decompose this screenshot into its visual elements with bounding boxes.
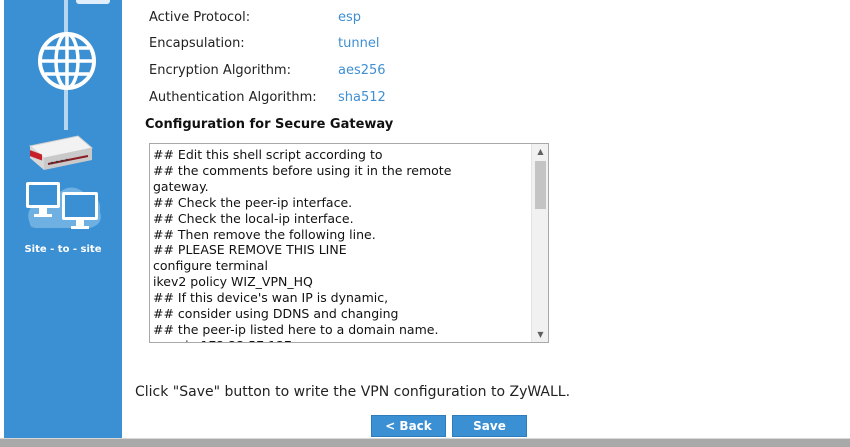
script-line: ## Check the local-ip interface.: [153, 210, 354, 226]
encapsulation-row: Encapsulation: tunnel: [149, 33, 379, 53]
active-protocol-value: esp: [338, 9, 362, 25]
scroll-up-arrow-icon[interactable]: ▲: [532, 144, 548, 159]
script-line: ## the comments before using it in the r…: [153, 162, 452, 178]
secure-gateway-script-textarea[interactable]: ## Edit this shell script according to ##…: [149, 143, 549, 343]
back-button[interactable]: < Back: [371, 415, 446, 437]
router-icon: [28, 135, 94, 170]
script-line: ## Edit this shell script according to: [153, 147, 383, 162]
sidebar-top-tab: [76, 0, 110, 4]
sidebar-step-label: Site - to - site: [24, 244, 102, 255]
save-instruction-note: Click "Save" button to write the VPN con…: [135, 384, 571, 400]
authentication-value: sha512: [338, 89, 386, 105]
script-line: peer-ip 172.23.57.137: [153, 338, 531, 342]
secure-gateway-title: Configuration for Secure Gateway: [145, 117, 394, 132]
script-line: configure terminal: [153, 258, 268, 274]
script-line: ## the peer-ip listed here to a domain n…: [153, 321, 439, 337]
bottom-scroll-bar[interactable]: [0, 438, 850, 447]
authentication-label: Authentication Algorithm:: [149, 89, 317, 105]
script-line: ## consider using DDNS and changing: [153, 306, 399, 322]
save-button[interactable]: Save: [452, 415, 527, 437]
encryption-value: aes256: [338, 62, 386, 78]
script-line: gateway.: [153, 178, 209, 194]
active-protocol-row: Active Protocol: esp: [149, 7, 361, 27]
encapsulation-label: Encapsulation:: [149, 35, 245, 51]
script-line: ikev2 policy WIZ_VPN_HQ: [153, 274, 313, 290]
authentication-row: Authentication Algorithm: sha512: [149, 87, 386, 107]
script-scrollbar[interactable]: ▲ ▼: [531, 144, 548, 342]
script-content[interactable]: ## Edit this shell script according to ##…: [153, 147, 531, 342]
script-line: ## Then remove the following line.: [153, 226, 376, 242]
scroll-down-arrow-icon[interactable]: ▼: [532, 327, 548, 342]
script-line: ## PLEASE REMOVE THIS LINE: [153, 242, 347, 258]
script-line: ## If this device's wan IP is dynamic,: [153, 290, 389, 306]
scroll-thumb[interactable]: [535, 161, 546, 209]
globe-icon: [38, 32, 96, 90]
encryption-row: Encryption Algorithm: aes256: [149, 60, 386, 80]
encapsulation-value: tunnel: [338, 35, 380, 51]
encryption-label: Encryption Algorithm:: [149, 62, 291, 78]
vpn-wizard-page: Site - to - site Active Protocol: esp En…: [0, 0, 850, 447]
active-protocol-label: Active Protocol:: [149, 9, 251, 25]
wizard-sidebar: Site - to - site: [4, 0, 122, 438]
computers-icon: [26, 182, 101, 229]
script-line: ## Check the peer-ip interface.: [153, 194, 353, 210]
